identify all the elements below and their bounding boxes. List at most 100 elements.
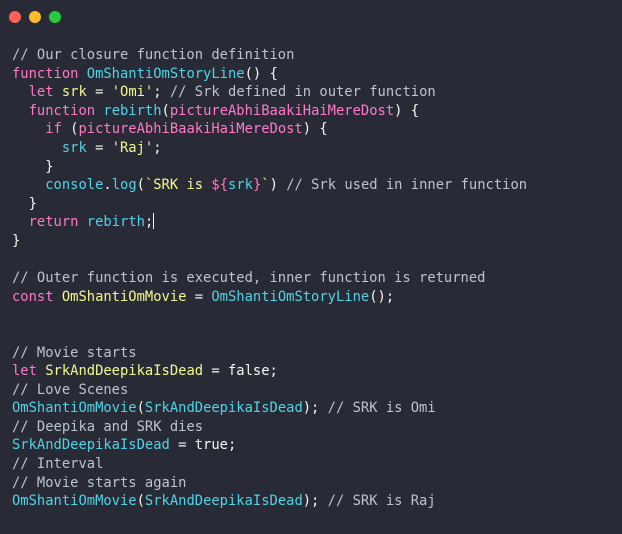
code-token-keyword: pictureAbhiBaakiHaiMereDost: [169, 102, 395, 119]
code-line: // Outer function is executed, inner fun…: [12, 269, 527, 288]
code-line: }: [12, 158, 527, 177]
code-token-comment: // Our closure function definition: [12, 47, 295, 63]
code-token-function: srk: [228, 177, 253, 194]
code-token-comment: // Movie starts again: [12, 474, 187, 491]
code-token-string: 'Omi': [111, 84, 154, 101]
code-token-keyword: }: [252, 177, 262, 194]
code-token-comment: // Movie starts: [12, 344, 137, 361]
code-token-function: log: [111, 177, 137, 194]
code-token-function: OmShantiOmStoryLine: [211, 288, 370, 305]
code-token-function: SrkAndDeepikaIsDead: [12, 437, 170, 454]
code-line: ​: [12, 325, 527, 344]
code-line: const OmShantiOmMovie = OmShantiOmStoryL…: [12, 288, 527, 307]
code-token-text: ) {: [302, 121, 328, 138]
code-token-function: rebirth: [86, 214, 145, 231]
code-line: if (pictureAbhiBaakiHaiMereDost) {: [12, 120, 527, 139]
code-token-text: }: [12, 158, 54, 175]
window-titlebar: [0, 0, 622, 38]
code-token-keyword: function: [12, 65, 87, 82]
code-token-text: ;: [144, 214, 154, 231]
code-token-comment: // SRK is Omi: [327, 400, 436, 417]
code-line: ​: [12, 251, 527, 270]
code-token-string: `SRK is: [144, 177, 212, 194]
code-line: function rebirth(pictureAbhiBaakiHaiMere…: [12, 102, 527, 121]
code-line: function OmShantiOmStoryLine() {: [12, 65, 527, 84]
code-line: // Interval: [12, 455, 527, 474]
minimize-dot[interactable]: [29, 11, 41, 23]
code-token-text: ): [269, 177, 287, 194]
maximize-dot[interactable]: [49, 11, 61, 23]
code-editor[interactable]: // Our closure function definition functi…: [12, 46, 527, 511]
code-token-text: () {: [244, 65, 278, 82]
code-token-text: ();: [369, 288, 395, 305]
code-token-text: ;: [153, 84, 170, 101]
code-line: console.log(`SRK is ${srk}`) // Srk used…: [12, 176, 527, 195]
code-line: let SrkAndDeepikaIsDead = false;: [12, 362, 527, 381]
code-token-text: );: [302, 493, 328, 510]
code-token-text: (: [136, 177, 145, 194]
code-token-text: = false;: [203, 363, 278, 380]
code-token-function: SrkAndDeepikaIsDead: [144, 400, 303, 417]
code-token-text: ) {: [394, 102, 420, 119]
code-token-function: OmShantiOmMovie: [12, 400, 137, 417]
code-token-text: }: [12, 232, 21, 249]
code-line: // Deepika and SRK dies: [12, 418, 527, 437]
code-token-comment: // SRK is Raj: [327, 493, 436, 510]
code-line: }: [12, 232, 527, 251]
code-token-text: }: [12, 195, 37, 212]
code-token-keyword: let: [28, 84, 62, 101]
code-token-text: (: [161, 102, 170, 119]
code-line: // Movie starts: [12, 344, 527, 363]
code-token-text: (: [136, 400, 145, 417]
code-token-comment: // Deepika and SRK dies: [12, 418, 204, 435]
code-token-string: 'Raj': [111, 139, 154, 156]
code-line: // Love Scenes: [12, 381, 527, 400]
close-dot[interactable]: [9, 11, 21, 23]
code-token-function: srk: [61, 139, 87, 156]
code-line: // Our closure function definition: [12, 46, 527, 65]
code-token-text: =: [186, 288, 212, 305]
code-line: return rebirth;: [12, 213, 527, 232]
text-cursor: [153, 213, 155, 230]
code-line: OmShantiOmMovie(SrkAndDeepikaIsDead); //…: [12, 399, 527, 418]
code-token-text: = true;: [169, 437, 237, 454]
code-token-text: );: [302, 400, 328, 417]
code-line: ​: [12, 306, 527, 325]
code-token-variable: SrkAndDeepikaIsDead: [45, 363, 204, 380]
code-token-text: =: [86, 84, 112, 101]
code-token-keyword: const: [12, 288, 62, 305]
code-token-variable: srk: [61, 84, 87, 101]
code-token-text: =: [86, 139, 112, 156]
code-token-function: SrkAndDeepikaIsDead: [144, 493, 303, 510]
code-token-comment: // Outer function is executed, inner fun…: [12, 270, 486, 287]
code-token-comment: // Love Scenes: [12, 381, 129, 398]
code-token-keyword: let: [12, 363, 46, 380]
code-token-comment: // Interval: [12, 456, 104, 473]
code-line: srk = 'Raj';: [12, 139, 527, 158]
code-token-function: console: [45, 177, 104, 194]
code-line: // Movie starts again: [12, 474, 527, 493]
code-line: let srk = 'Omi'; // Srk defined in outer…: [12, 83, 527, 102]
code-token-string: `: [261, 177, 270, 194]
code-token-keyword: function: [28, 102, 104, 119]
code-token-keyword: pictureAbhiBaakiHaiMereDost: [78, 121, 303, 138]
code-token-function: OmShantiOmStoryLine: [86, 65, 245, 82]
code-token-keyword: if: [45, 121, 71, 138]
code-token-text: ;: [153, 139, 162, 156]
code-line: }: [12, 195, 527, 214]
code-token-text: .: [103, 177, 112, 194]
code-line: OmShantiOmMovie(SrkAndDeepikaIsDead); //…: [12, 492, 527, 511]
code-token-function: rebirth: [103, 102, 162, 119]
code-token-keyword: return: [28, 214, 87, 231]
code-token-function: OmShantiOmMovie: [12, 493, 137, 510]
code-token-variable: OmShantiOmMovie: [61, 288, 187, 305]
code-token-keyword: ${: [211, 177, 229, 194]
code-window: // Our closure function definition functi…: [0, 0, 622, 534]
code-token-comment: // Srk used in inner function: [286, 177, 528, 194]
code-token-text: (: [136, 493, 145, 510]
